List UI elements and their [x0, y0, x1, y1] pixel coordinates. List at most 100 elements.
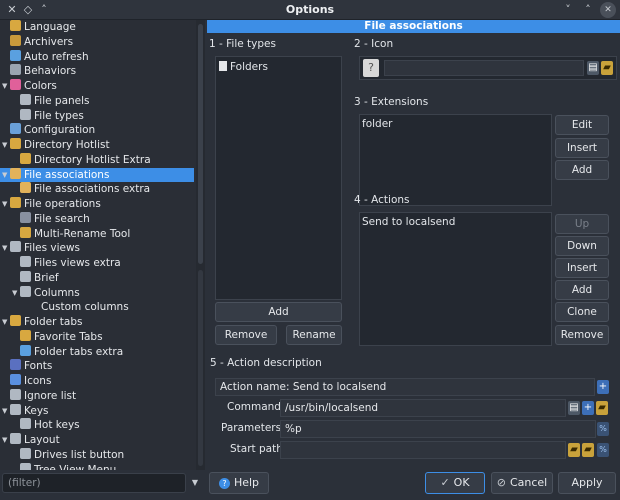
- tree-item[interactable]: ▼ File associations: [0, 167, 194, 183]
- add-action-button[interactable]: Add: [555, 280, 609, 300]
- expand-arrow-icon[interactable]: ▼: [2, 315, 7, 330]
- tree-item[interactable]: Drives list button: [0, 447, 194, 463]
- list-icon[interactable]: ▤: [568, 401, 580, 415]
- tree-item-label: Directory Hotlist: [24, 139, 110, 151]
- tree-item[interactable]: Hot keys: [0, 418, 194, 433]
- folder-star-icon[interactable]: ▰: [582, 443, 594, 457]
- folder-open-icon[interactable]: ▰: [601, 61, 613, 75]
- tree-item-label: Colors: [24, 80, 57, 92]
- tree-item[interactable]: ▼ Columns: [0, 285, 194, 301]
- tree-item[interactable]: ▼ Files views: [0, 241, 194, 256]
- tree-item-label: Ignore list: [24, 389, 77, 402]
- tree-item[interactable]: Brief: [0, 270, 194, 286]
- tree-item[interactable]: Directory Hotlist Extra: [0, 152, 194, 168]
- actions-list[interactable]: Send to localsend: [359, 212, 552, 346]
- filter-input[interactable]: (filter): [2, 473, 186, 493]
- move-down-button[interactable]: Down: [555, 236, 609, 256]
- icon-list-button[interactable]: ▤: [587, 61, 599, 75]
- tree-item-label: Multi-Rename Tool: [34, 227, 131, 240]
- item-icon: [20, 226, 31, 238]
- list-item[interactable]: folder: [362, 118, 392, 130]
- insert-extension-button[interactable]: Insert: [555, 138, 609, 158]
- ok-button[interactable]: ✓ OK: [425, 472, 485, 494]
- close-icon[interactable]: ✕: [600, 2, 616, 18]
- command-input[interactable]: /usr/bin/localsend: [280, 399, 566, 417]
- tree-item[interactable]: Files views extra: [0, 256, 194, 271]
- add-icon[interactable]: +: [597, 380, 609, 394]
- tree-item-label: Keys: [24, 404, 49, 417]
- tree-item-label: Folder tabs extra: [34, 345, 124, 358]
- item-icon: [10, 315, 21, 326]
- list-item[interactable]: Send to localsend: [362, 216, 455, 228]
- tree-item[interactable]: Tree View Menu: [0, 462, 194, 470]
- tree-item-label: File search: [34, 212, 90, 225]
- cancel-button[interactable]: ⊘ Cancel: [491, 472, 553, 494]
- icon-path-input[interactable]: [384, 60, 584, 76]
- tree-item[interactable]: File types: [0, 108, 194, 124]
- tree-item-label: Drives list button: [34, 448, 125, 461]
- remove-action-button[interactable]: Remove: [555, 325, 609, 345]
- clone-action-button[interactable]: Clone: [555, 302, 609, 322]
- maximize-icon[interactable]: ˄: [580, 2, 596, 18]
- tree-item[interactable]: Configuration: [0, 123, 194, 138]
- action-name-field[interactable]: Action name: Send to localsend: [215, 378, 595, 396]
- tree-item[interactable]: Auto refresh: [0, 49, 194, 65]
- start-path-input[interactable]: [280, 441, 566, 459]
- tree-item[interactable]: Ignore list: [0, 388, 194, 404]
- expand-arrow-icon[interactable]: ▼: [12, 286, 17, 301]
- expand-arrow-icon[interactable]: ▼: [2, 79, 7, 94]
- tree-item[interactable]: ▼ Keys: [0, 403, 194, 419]
- item-icon: [20, 418, 31, 430]
- minimize-icon[interactable]: ˅: [560, 2, 576, 18]
- rename-file-type-button[interactable]: Rename: [286, 325, 342, 345]
- tree-item[interactable]: Behaviors: [0, 64, 194, 79]
- options-tree[interactable]: Language Archivers Auto refresh Behaviors ▼ C…: [0, 20, 196, 470]
- tree-item[interactable]: Language: [0, 20, 194, 35]
- percent-variables-icon[interactable]: %: [597, 443, 609, 457]
- item-icon: [10, 197, 21, 208]
- tree-item[interactable]: File search: [0, 211, 194, 227]
- add-file-type-button[interactable]: Add: [215, 302, 342, 322]
- add-icon[interactable]: +: [582, 401, 594, 415]
- chevron-down-icon[interactable]: ▼: [188, 473, 202, 493]
- extensions-list[interactable]: folder: [359, 114, 552, 206]
- percent-variables-icon[interactable]: %: [597, 422, 609, 436]
- tree-item[interactable]: ▼ Layout: [0, 433, 194, 448]
- expand-arrow-icon[interactable]: ▼: [2, 197, 7, 212]
- folder-open-icon[interactable]: ▰: [568, 443, 580, 457]
- tree-item[interactable]: ▼ Colors: [0, 79, 194, 94]
- edit-extension-button[interactable]: Edit: [555, 115, 609, 135]
- item-icon: [10, 49, 21, 61]
- insert-action-button[interactable]: Insert: [555, 258, 609, 278]
- tree-item[interactable]: Fonts: [0, 359, 194, 374]
- tree-item[interactable]: Icons: [0, 374, 194, 389]
- remove-file-type-button[interactable]: Remove: [215, 325, 277, 345]
- file-types-list[interactable]: Folders: [215, 56, 342, 300]
- expand-arrow-icon[interactable]: ▼: [2, 433, 7, 448]
- parameters-input[interactable]: %p: [280, 420, 596, 438]
- expand-arrow-icon[interactable]: ▼: [2, 241, 7, 256]
- tree-item[interactable]: Folder tabs extra: [0, 344, 194, 360]
- apply-button[interactable]: Apply: [558, 472, 616, 494]
- action-name-input[interactable]: Send to localsend: [293, 381, 386, 393]
- folder-open-icon[interactable]: ▰: [596, 401, 608, 415]
- help-button[interactable]: ? Help: [209, 472, 269, 494]
- extensions-label: 3 - Extensions: [354, 96, 429, 108]
- list-item[interactable]: Folders: [219, 61, 268, 73]
- tree-item[interactable]: ▼ Directory Hotlist: [0, 138, 194, 153]
- move-up-button[interactable]: Up: [555, 214, 609, 234]
- tree-item[interactable]: Custom columns: [0, 300, 194, 315]
- item-icon: [20, 462, 31, 470]
- tree-item[interactable]: Multi-Rename Tool: [0, 226, 194, 242]
- tree-item[interactable]: Archivers: [0, 34, 194, 50]
- add-extension-button[interactable]: Add: [555, 160, 609, 180]
- tree-item[interactable]: ▼ Folder tabs: [0, 315, 194, 330]
- expand-arrow-icon[interactable]: ▼: [2, 168, 7, 183]
- tree-item[interactable]: ▼ File operations: [0, 197, 194, 212]
- expand-arrow-icon[interactable]: ▼: [2, 138, 7, 153]
- tree-item[interactable]: Favorite Tabs: [0, 329, 194, 345]
- tree-item[interactable]: File panels: [0, 93, 194, 109]
- tree-item[interactable]: File associations extra: [0, 182, 194, 197]
- expand-arrow-icon[interactable]: ▼: [2, 404, 7, 419]
- tree-scrollbar[interactable]: [196, 20, 205, 470]
